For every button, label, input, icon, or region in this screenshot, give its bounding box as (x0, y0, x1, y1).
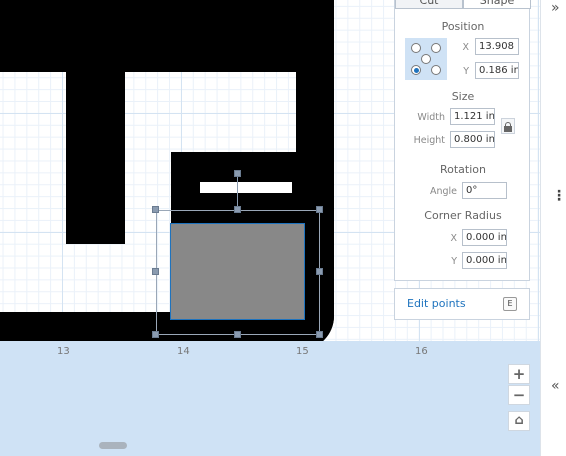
selection-box (156, 210, 320, 335)
position-y-field[interactable]: 0.186 in (475, 62, 519, 79)
ruler-label: 13 (57, 346, 70, 357)
shape-properties-panel: Cut Shape Position X 13.908 i Y 0.186 in… (394, 0, 531, 281)
anchor-bottom-left[interactable] (411, 65, 421, 75)
home-icon[interactable]: ⌂ (508, 411, 530, 431)
anchor-center[interactable] (421, 54, 431, 64)
resize-handle-bottom-right[interactable] (316, 331, 323, 338)
height-field[interactable]: 0.800 in (450, 131, 495, 148)
canvas-margin-area (0, 341, 540, 456)
resize-handle-top-right[interactable] (316, 206, 323, 213)
angle-field[interactable]: 0° (462, 182, 507, 199)
tab-shape[interactable]: Shape (463, 0, 531, 9)
corner-x-field[interactable]: 0.000 in (462, 229, 507, 246)
menu-icon[interactable]: ⋮ (552, 188, 566, 204)
resize-handle-right[interactable] (316, 268, 323, 275)
anchor-top-left[interactable] (411, 43, 421, 53)
t-crossbar[interactable] (0, 0, 326, 72)
tab-cut[interactable]: Cut (395, 0, 463, 9)
position-title: Position (441, 20, 485, 33)
corner-y-label: Y (451, 256, 457, 267)
edit-points-box: Edit points E (394, 288, 530, 320)
width-label: Width (417, 112, 445, 123)
corner-y-field[interactable]: 0.000 in (462, 252, 507, 269)
edit-points-link[interactable]: Edit points (407, 297, 466, 310)
expand-panel-icon[interactable]: « (551, 378, 560, 394)
anchor-top-right[interactable] (431, 43, 441, 53)
collapse-panel-icon[interactable]: » (551, 0, 560, 16)
resize-handle-top[interactable] (234, 206, 241, 213)
width-field[interactable]: 1.121 in (450, 108, 495, 125)
angle-label: Angle (429, 186, 457, 197)
t-stem[interactable] (66, 60, 125, 244)
resize-handle-bottom[interactable] (234, 331, 241, 338)
position-y-label: Y (463, 66, 469, 77)
position-x-field[interactable]: 13.908 i (475, 38, 519, 55)
ruler-label: 16 (415, 346, 428, 357)
anchor-bottom-right[interactable] (431, 65, 441, 75)
right-sidebar-strip: » ⋮ « (540, 0, 566, 456)
corner-radius-title: Corner Radius (424, 209, 502, 222)
edit-points-shortcut: E (503, 297, 517, 311)
zoom-in-button[interactable]: + (508, 364, 530, 384)
position-x-label: X (462, 42, 469, 53)
ruler-label: 14 (177, 346, 190, 357)
top-tab[interactable] (300, 0, 334, 60)
rotation-handle[interactable] (234, 170, 241, 177)
rotation-title: Rotation (439, 163, 486, 176)
resize-handle-top-left[interactable] (152, 206, 159, 213)
resize-handle-bottom-left[interactable] (152, 331, 159, 338)
aspect-lock-icon[interactable] (501, 118, 515, 134)
corner-x-label: X (450, 233, 457, 244)
white-slot[interactable] (200, 182, 292, 193)
zoom-out-button[interactable]: − (508, 385, 530, 405)
size-title: Size (451, 90, 475, 103)
height-label: Height (413, 135, 445, 146)
rotation-handle-line (237, 174, 238, 210)
horizontal-scrollbar[interactable] (99, 442, 127, 449)
ruler-label: 15 (296, 346, 309, 357)
resize-handle-left[interactable] (152, 268, 159, 275)
anchor-selector[interactable] (405, 38, 447, 80)
